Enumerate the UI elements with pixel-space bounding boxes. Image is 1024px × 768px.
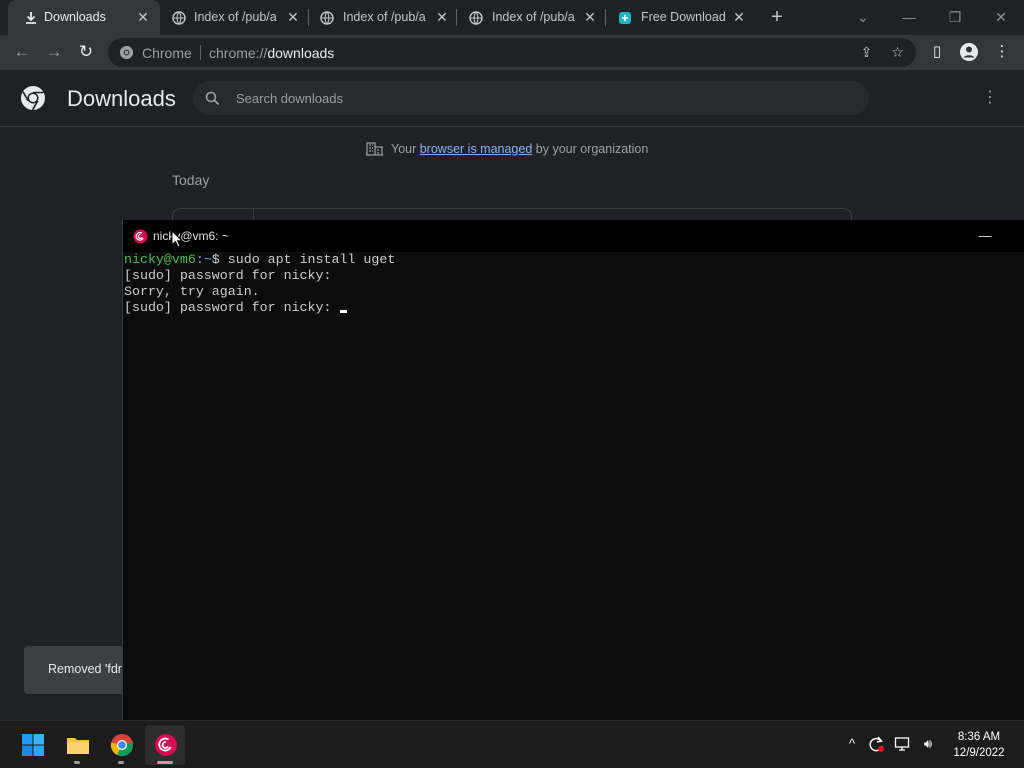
tab-label: Downloads <box>44 10 106 24</box>
reload-button[interactable]: ↻ <box>75 41 97 63</box>
active-indicator <box>157 761 173 764</box>
desktop: Downloads ✕ Index of /pub/a ✕ Index of /… <box>0 0 1024 768</box>
prompt-user: nicky@vm6 <box>124 252 196 267</box>
terminal-output[interactable]: nicky@vm6:~$ sudo apt install uget [sudo… <box>124 252 1022 718</box>
browser-managed-link[interactable]: browser is managed <box>420 142 533 156</box>
tab-search-chevron-icon[interactable]: ⌄ <box>852 6 874 28</box>
tab-label: Free Download <box>641 10 725 24</box>
terminal-command-line: nicky@vm6:~$ sudo apt install uget <box>124 252 1022 268</box>
tab-close-icon[interactable]: ✕ <box>284 8 302 26</box>
download-icon <box>26 12 36 24</box>
text-cursor <box>340 310 348 313</box>
tab-index-pub-1[interactable]: Index of /pub/a ✕ <box>160 0 308 35</box>
taskbar: ^ 🔊︎ 8:36 AM 12/9/2022 <box>0 720 1024 768</box>
omnibox-chip: Chrome <box>142 45 192 61</box>
mouse-pointer-icon <box>171 230 183 248</box>
chrome-icon <box>110 734 133 757</box>
globe-icon <box>469 11 483 25</box>
managed-notice: Your browser is managed by your organiza… <box>366 141 648 156</box>
building-icon <box>366 142 383 156</box>
downloads-more-menu-icon[interactable]: ⋮ <box>980 88 1000 108</box>
file-explorer-icon <box>67 738 89 754</box>
tab-free-download[interactable]: Free Download ✕ <box>606 0 754 35</box>
tab-close-icon[interactable]: ✕ <box>581 8 599 26</box>
forward-button[interactable]: → <box>43 41 65 63</box>
terminal-line: Sorry, try again. <box>124 284 260 299</box>
globe-icon <box>320 11 334 25</box>
terminal-title: nicky@vm6: ~ <box>153 229 229 243</box>
chrome-taskbar-button[interactable] <box>101 725 141 765</box>
omnibox-url[interactable]: chrome://downloads <box>209 45 334 61</box>
debian-icon <box>133 229 148 244</box>
sync-update-icon[interactable] <box>867 735 885 753</box>
terminal-window[interactable]: nicky@vm6: ~ — nicky@vm6:~$ sudo apt ins… <box>122 220 1024 720</box>
tab-close-icon[interactable]: ✕ <box>730 8 748 26</box>
tab-strip: Downloads ✕ Index of /pub/a ✕ Index of /… <box>0 0 1024 35</box>
taskbar-clock[interactable]: 8:36 AM 12/9/2022 <box>944 729 1014 761</box>
free-download-icon <box>619 12 631 24</box>
tab-label: Index of /pub/a <box>492 10 575 24</box>
terminal-line: [sudo] password for nicky: <box>124 300 340 315</box>
prompt-symbol: $ <box>211 252 220 267</box>
show-hidden-icons-chevron-icon[interactable]: ^ <box>843 735 861 753</box>
chrome-menu-icon[interactable]: ⋮ <box>991 41 1013 63</box>
close-window-button[interactable]: ✕ <box>990 6 1012 28</box>
profile-icon[interactable] <box>958 41 980 63</box>
running-indicator <box>118 761 124 764</box>
date-group-heading: Today <box>172 172 210 188</box>
search-downloads-input[interactable] <box>236 89 736 107</box>
search-icon <box>205 91 220 106</box>
network-icon[interactable] <box>894 735 912 753</box>
tab-label: Index of /pub/a <box>343 10 426 24</box>
prompt-path: :~ <box>195 252 212 267</box>
tab-label: Index of /pub/a <box>194 10 277 24</box>
start-button[interactable] <box>12 725 52 765</box>
back-button[interactable]: ← <box>11 41 33 63</box>
restore-button[interactable]: ❐ <box>944 6 966 28</box>
downloads-header: Downloads ⋮ <box>0 70 1024 127</box>
globe-icon <box>172 11 186 25</box>
tab-index-pub-2[interactable]: Index of /pub/a ✕ <box>309 0 457 35</box>
network-monitor-icon <box>894 737 910 751</box>
debian-terminal-icon <box>155 734 177 756</box>
tab-close-icon[interactable]: ✕ <box>433 8 451 26</box>
clock-time: 8:36 AM <box>957 731 1001 743</box>
running-indicator <box>74 761 80 764</box>
share-icon[interactable]: ⇪ <box>858 44 875 61</box>
page-title: Downloads <box>67 86 176 111</box>
profile-avatar-icon <box>960 43 978 61</box>
managed-prefix: Your <box>391 142 420 156</box>
minimize-button[interactable]: — <box>898 6 920 28</box>
tab-close-icon[interactable]: ✕ <box>134 8 152 26</box>
file-explorer-button[interactable] <box>57 725 97 765</box>
chrome-icon <box>119 45 134 60</box>
chrome-logo-icon <box>21 86 45 111</box>
refresh-icon <box>869 736 884 752</box>
managed-suffix: by your organization <box>532 142 649 156</box>
browser-toolbar: ← → ↻ Chrome chrome://downloads ⇪ ☆ ▯ ⋮ <box>0 35 1024 70</box>
start-icon <box>22 734 44 756</box>
side-panel-icon[interactable]: ▯ <box>926 41 948 63</box>
url-path: downloads <box>267 45 335 61</box>
volume-icon[interactable]: 🔊︎ <box>919 735 937 753</box>
new-tab-button[interactable]: + <box>766 6 788 28</box>
terminal-line: [sudo] password for nicky: <box>124 268 332 283</box>
url-scheme: chrome:// <box>209 45 268 61</box>
command-text: sudo apt install uget <box>219 252 396 267</box>
bookmark-star-icon[interactable]: ☆ <box>889 44 906 61</box>
search-downloads-box[interactable] <box>193 81 869 115</box>
terminal-input-line[interactable]: [sudo] password for nicky: <box>124 300 1022 316</box>
terminal-title-bar[interactable]: nicky@vm6: ~ — <box>123 220 1024 252</box>
terminal-minimize-button[interactable]: — <box>975 226 995 246</box>
address-bar[interactable]: Chrome chrome://downloads ⇪ ☆ <box>108 38 916 67</box>
debian-terminal-taskbar-button[interactable] <box>145 725 185 765</box>
tab-index-pub-3[interactable]: Index of /pub/a ✕ <box>457 0 605 35</box>
clock-date: 12/9/2022 <box>953 747 1005 759</box>
tab-downloads[interactable]: Downloads ✕ <box>8 0 160 35</box>
omnibox-separator <box>200 45 201 60</box>
